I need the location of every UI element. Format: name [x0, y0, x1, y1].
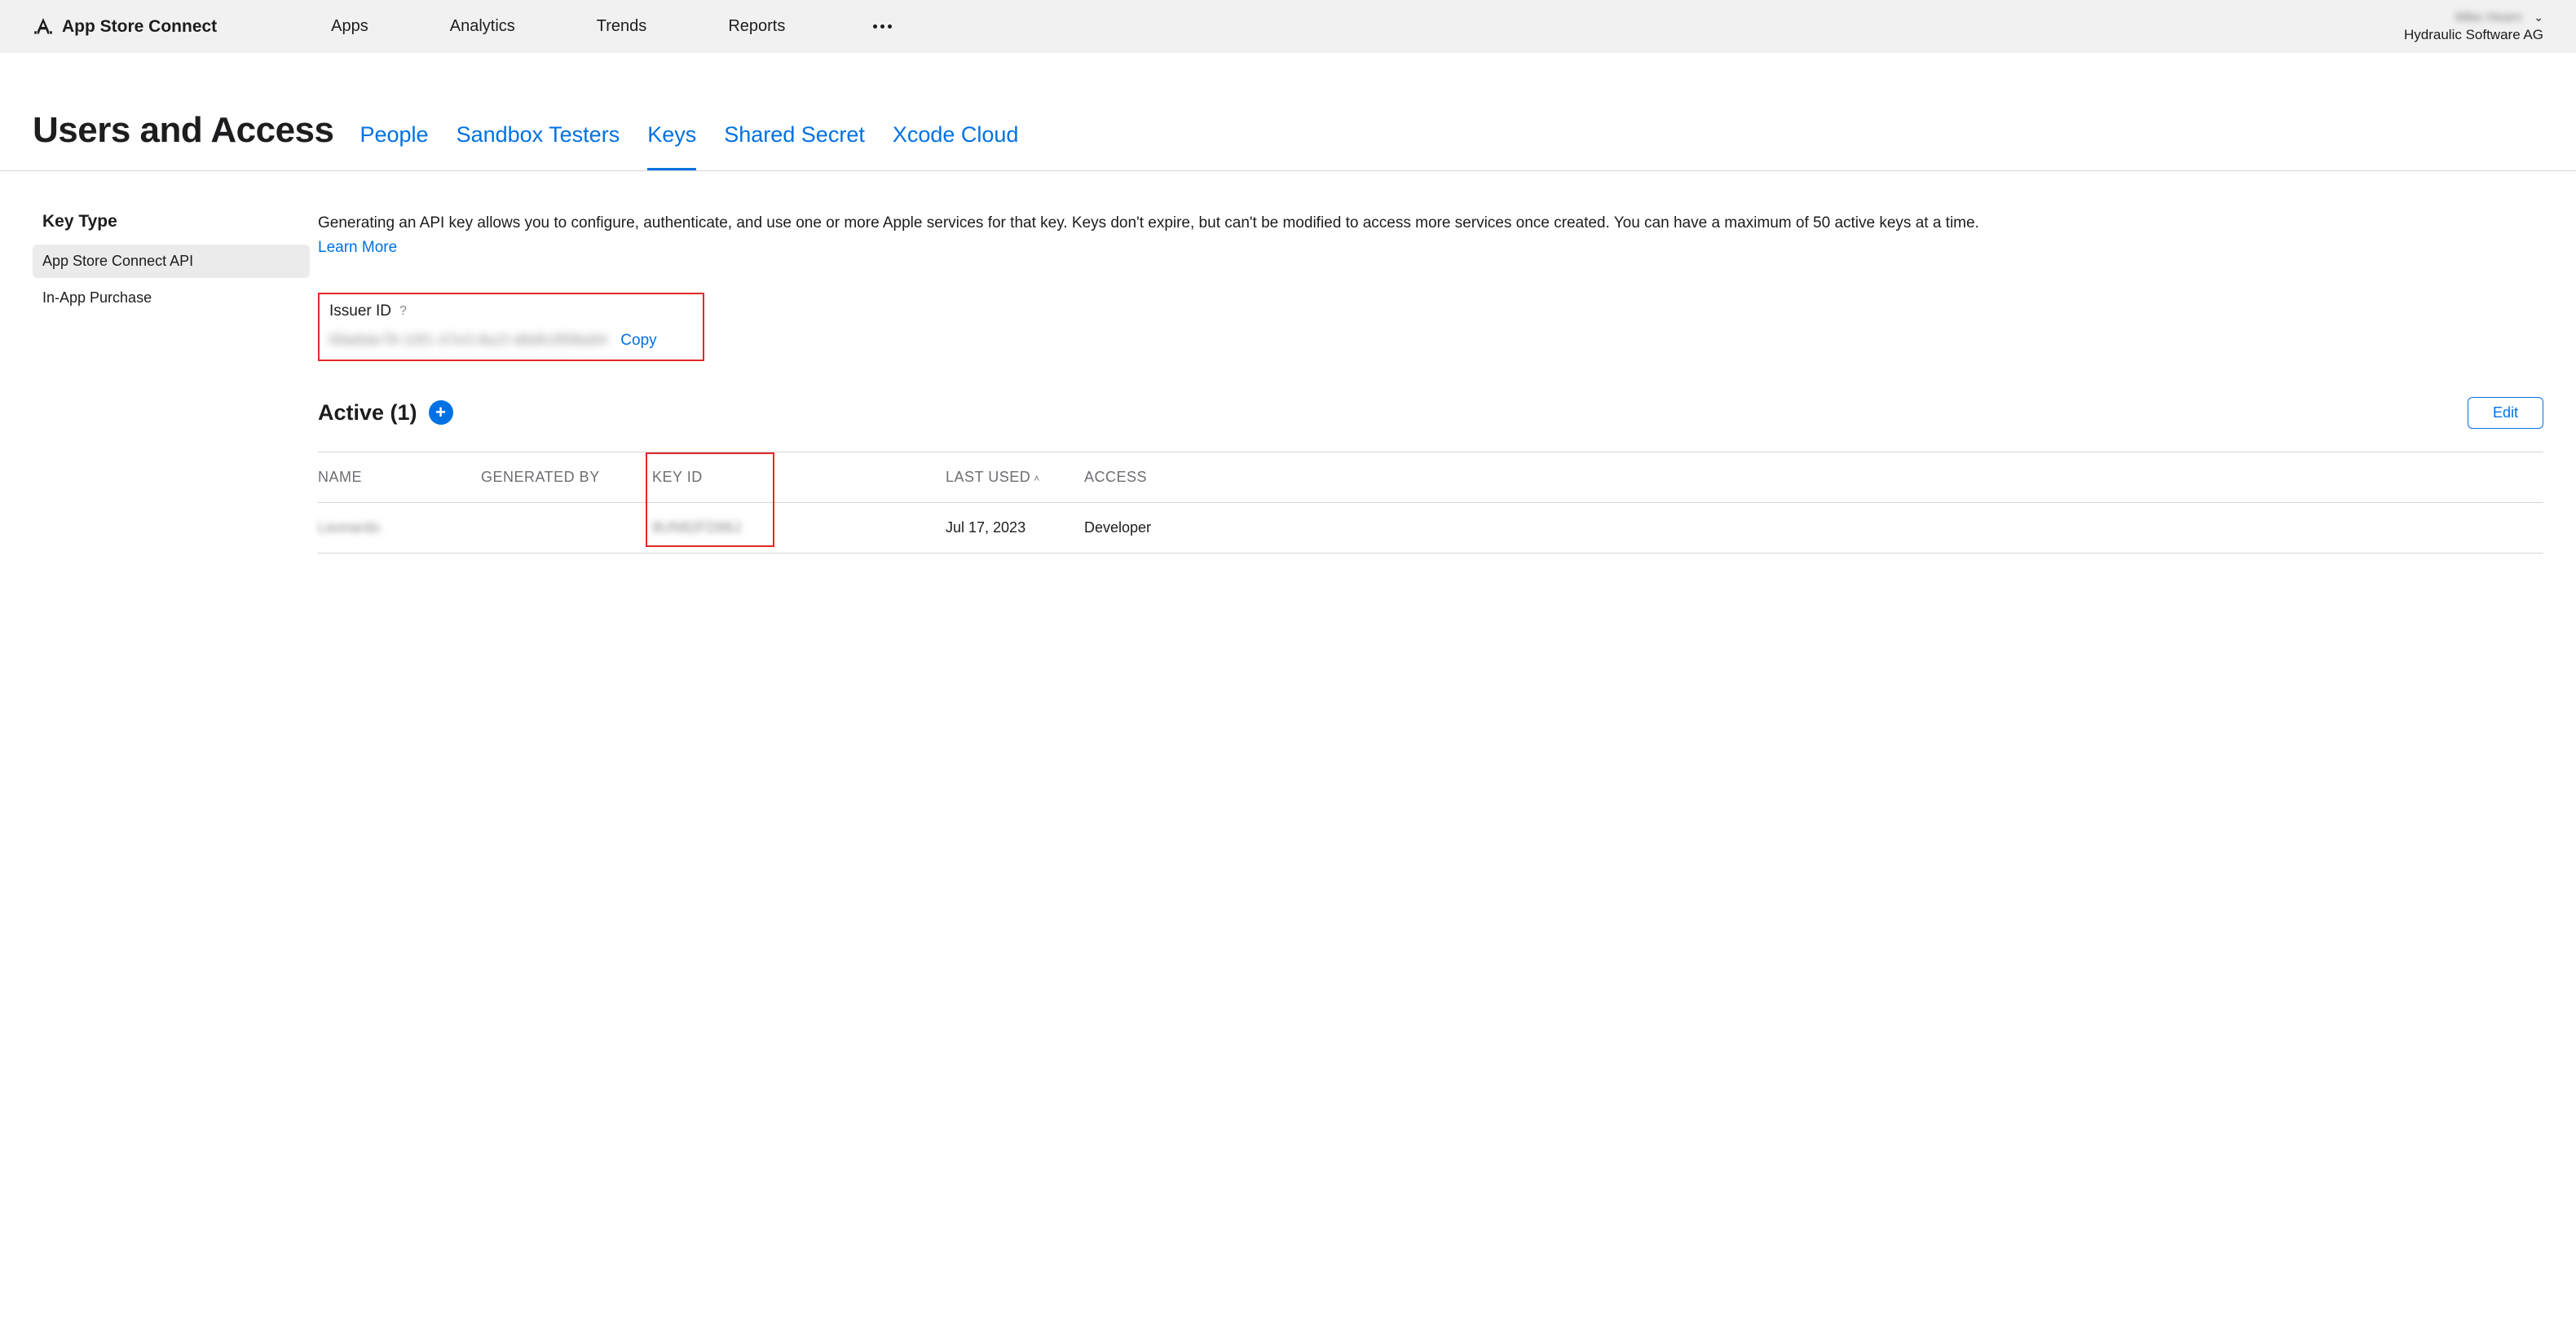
chevron-down-icon: ⌄	[2534, 11, 2543, 24]
col-name[interactable]: NAME	[318, 469, 481, 486]
active-keys-title: Active (1)	[318, 400, 417, 426]
brand[interactable]: App Store Connect	[33, 16, 217, 37]
account-company: Hydraulic Software AG	[2404, 27, 2543, 43]
sidebar: Key Type App Store Connect API In-App Pu…	[33, 212, 310, 554]
table-row[interactable]: Leonardo 8UN82FD86J Jul 17, 2023 Develop…	[318, 502, 2543, 554]
col-key-id-label: KEY ID	[652, 469, 703, 485]
sidebar-item-in-app-purchase[interactable]: In-App Purchase	[33, 281, 310, 315]
nav-analytics[interactable]: Analytics	[450, 17, 515, 36]
table-header: NAME GENERATED BY KEY ID LAST USED ˄ ACCE…	[318, 452, 2543, 502]
tab-sandbox-testers[interactable]: Sandbox Testers	[457, 122, 620, 170]
col-key-id[interactable]: KEY ID	[652, 469, 946, 486]
add-key-button[interactable]: +	[429, 400, 453, 425]
nav-apps[interactable]: Apps	[331, 17, 368, 36]
tab-shared-secret[interactable]: Shared Secret	[724, 122, 865, 170]
brand-text: App Store Connect	[62, 17, 217, 37]
issuer-id-label: Issuer ID	[329, 302, 391, 320]
tab-xcode-cloud[interactable]: Xcode Cloud	[893, 122, 1019, 170]
issuer-id-box: Issuer ID ? 69a6de78-10f1-47e3-8a1f-d8df…	[318, 293, 704, 361]
col-last-used[interactable]: LAST USED ˄	[946, 469, 1084, 486]
col-access[interactable]: ACCESS	[1084, 469, 2543, 486]
app-store-connect-icon	[33, 16, 54, 37]
active-keys-header: Active (1) + Edit	[318, 397, 2543, 429]
copy-issuer-id-button[interactable]: Copy	[620, 332, 656, 350]
sidebar-title: Key Type	[33, 212, 310, 232]
col-generated-by[interactable]: GENERATED BY	[481, 469, 652, 486]
tab-keys[interactable]: Keys	[647, 122, 696, 170]
page-title: Users and Access	[33, 110, 333, 165]
main: Generating an API key allows you to conf…	[310, 212, 2543, 554]
plus-icon: +	[435, 402, 446, 423]
cell-access: Developer	[1084, 519, 2543, 536]
cell-key-id: 8UN82FD86J	[652, 519, 946, 536]
issuer-id-value: 69a6de78-10f1-47e3-8a1f-d8dfc0f08a94	[329, 332, 607, 349]
tab-people[interactable]: People	[359, 122, 428, 170]
more-icon[interactable]	[867, 24, 898, 29]
edit-button[interactable]: Edit	[2468, 397, 2543, 429]
help-icon[interactable]: ?	[399, 304, 407, 319]
content: Key Type App Store Connect API In-App Pu…	[0, 171, 2576, 554]
sort-asc-icon: ˄	[1034, 473, 1040, 484]
cell-name: Leonardo	[318, 519, 481, 536]
cell-generated-by	[481, 519, 652, 536]
col-last-used-label: LAST USED	[946, 469, 1030, 485]
nav-reports[interactable]: Reports	[728, 17, 785, 36]
nav-trends[interactable]: Trends	[597, 17, 647, 36]
sidebar-item-app-store-connect-api[interactable]: App Store Connect API	[33, 245, 310, 278]
cell-last-used: Jul 17, 2023	[946, 519, 1084, 536]
description-text: Generating an API key allows you to conf…	[318, 212, 2543, 236]
page-header: Users and Access People Sandbox Testers …	[0, 53, 2576, 171]
nav-links: Apps Analytics Trends Reports	[331, 17, 898, 36]
account-menu[interactable]: Mike Hearn ⌄ Hydraulic Software AG	[2404, 11, 2543, 43]
keys-table: NAME GENERATED BY KEY ID LAST USED ˄ ACCE…	[318, 452, 2543, 554]
account-name: Mike Hearn	[2455, 11, 2522, 25]
learn-more-link[interactable]: Learn More	[318, 239, 397, 256]
top-nav: App Store Connect Apps Analytics Trends …	[0, 0, 2576, 53]
tabs: People Sandbox Testers Keys Shared Secre…	[359, 122, 1018, 170]
